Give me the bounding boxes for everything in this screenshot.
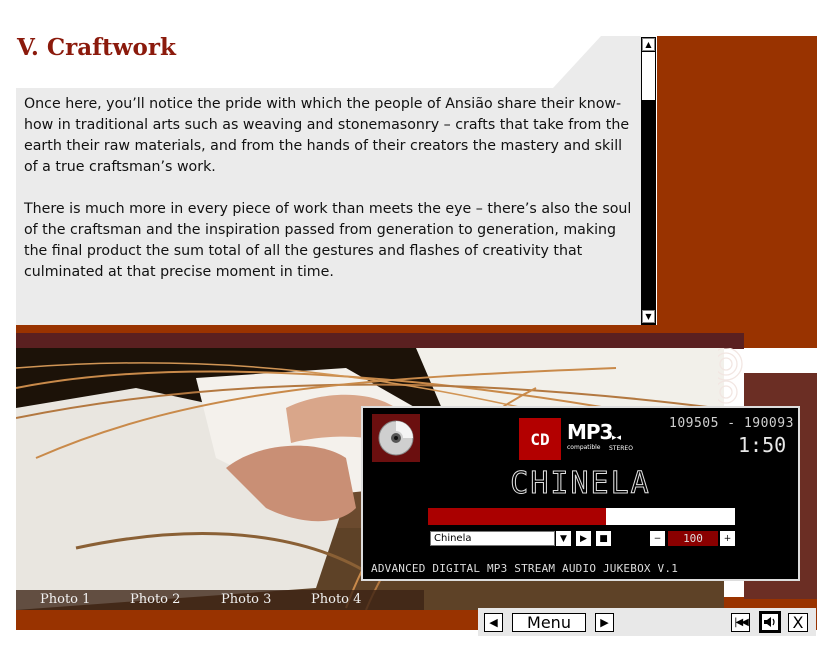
dropdown-arrow-icon[interactable]: ▼ — [556, 531, 571, 546]
minus-icon[interactable]: − — [650, 531, 665, 546]
plus-icon[interactable]: + — [720, 531, 735, 546]
time-readout: 1:50 — [738, 433, 787, 457]
body-text: Once here, you’ll notice the pride with … — [24, 94, 634, 304]
song-title: CHINELA — [510, 466, 651, 502]
close-button[interactable]: X — [788, 613, 808, 632]
compatible-label: compatible — [567, 444, 601, 451]
progress-bar[interactable] — [428, 508, 735, 525]
spiral-ornament — [709, 347, 754, 408]
scroll-down-icon[interactable]: ▼ — [642, 310, 655, 323]
mp3-player: CD MP3 compatible ▸◂ STEREO 109505 - 190… — [361, 406, 800, 581]
stereo-label: STEREO — [609, 445, 633, 452]
next-arrow-icon[interactable]: ▶ — [595, 613, 614, 632]
speaker-icon[interactable] — [759, 611, 781, 633]
stereo-icon: ▸◂ — [612, 433, 622, 443]
photo-tab-4[interactable]: Photo 4 — [311, 592, 361, 607]
mp3-label: MP3 — [567, 420, 613, 444]
play-icon[interactable]: ▶ — [576, 531, 591, 546]
photo-tab-3[interactable]: Photo 3 — [221, 592, 271, 607]
page-title: V. Craftwork — [17, 34, 176, 61]
rust-panel-right — [657, 36, 817, 326]
track-select[interactable]: Chinela — [430, 531, 555, 546]
scroll-thumb[interactable] — [642, 52, 655, 100]
paragraph-1: Once here, you’ll notice the pride with … — [24, 96, 630, 175]
stop-icon[interactable]: ■ — [596, 531, 611, 546]
skip-back-icon[interactable]: |◀◀ — [731, 613, 750, 632]
cd-disc-icon — [372, 414, 420, 462]
prev-arrow-icon[interactable]: ◀ — [484, 613, 503, 632]
progress-fill — [428, 508, 607, 525]
photo-tab-2[interactable]: Photo 2 — [130, 592, 180, 607]
photo-tab-1[interactable]: Photo 1 — [40, 592, 90, 607]
paragraph-2: There is much more in every piece of wor… — [24, 201, 632, 280]
maroon-strip — [16, 333, 744, 349]
volume-display: 100 — [668, 531, 718, 546]
text-scrollbar[interactable]: ▲ ▼ — [641, 37, 656, 325]
player-footer: ADVANCED DIGITAL MP3 STREAM AUDIO JUKEBO… — [371, 562, 679, 575]
cd-badge: CD — [519, 418, 561, 460]
frequency-readout: 109505 - 190093 — [669, 416, 794, 431]
menu-button[interactable]: Menu — [512, 613, 586, 632]
scroll-up-icon[interactable]: ▲ — [642, 38, 655, 51]
